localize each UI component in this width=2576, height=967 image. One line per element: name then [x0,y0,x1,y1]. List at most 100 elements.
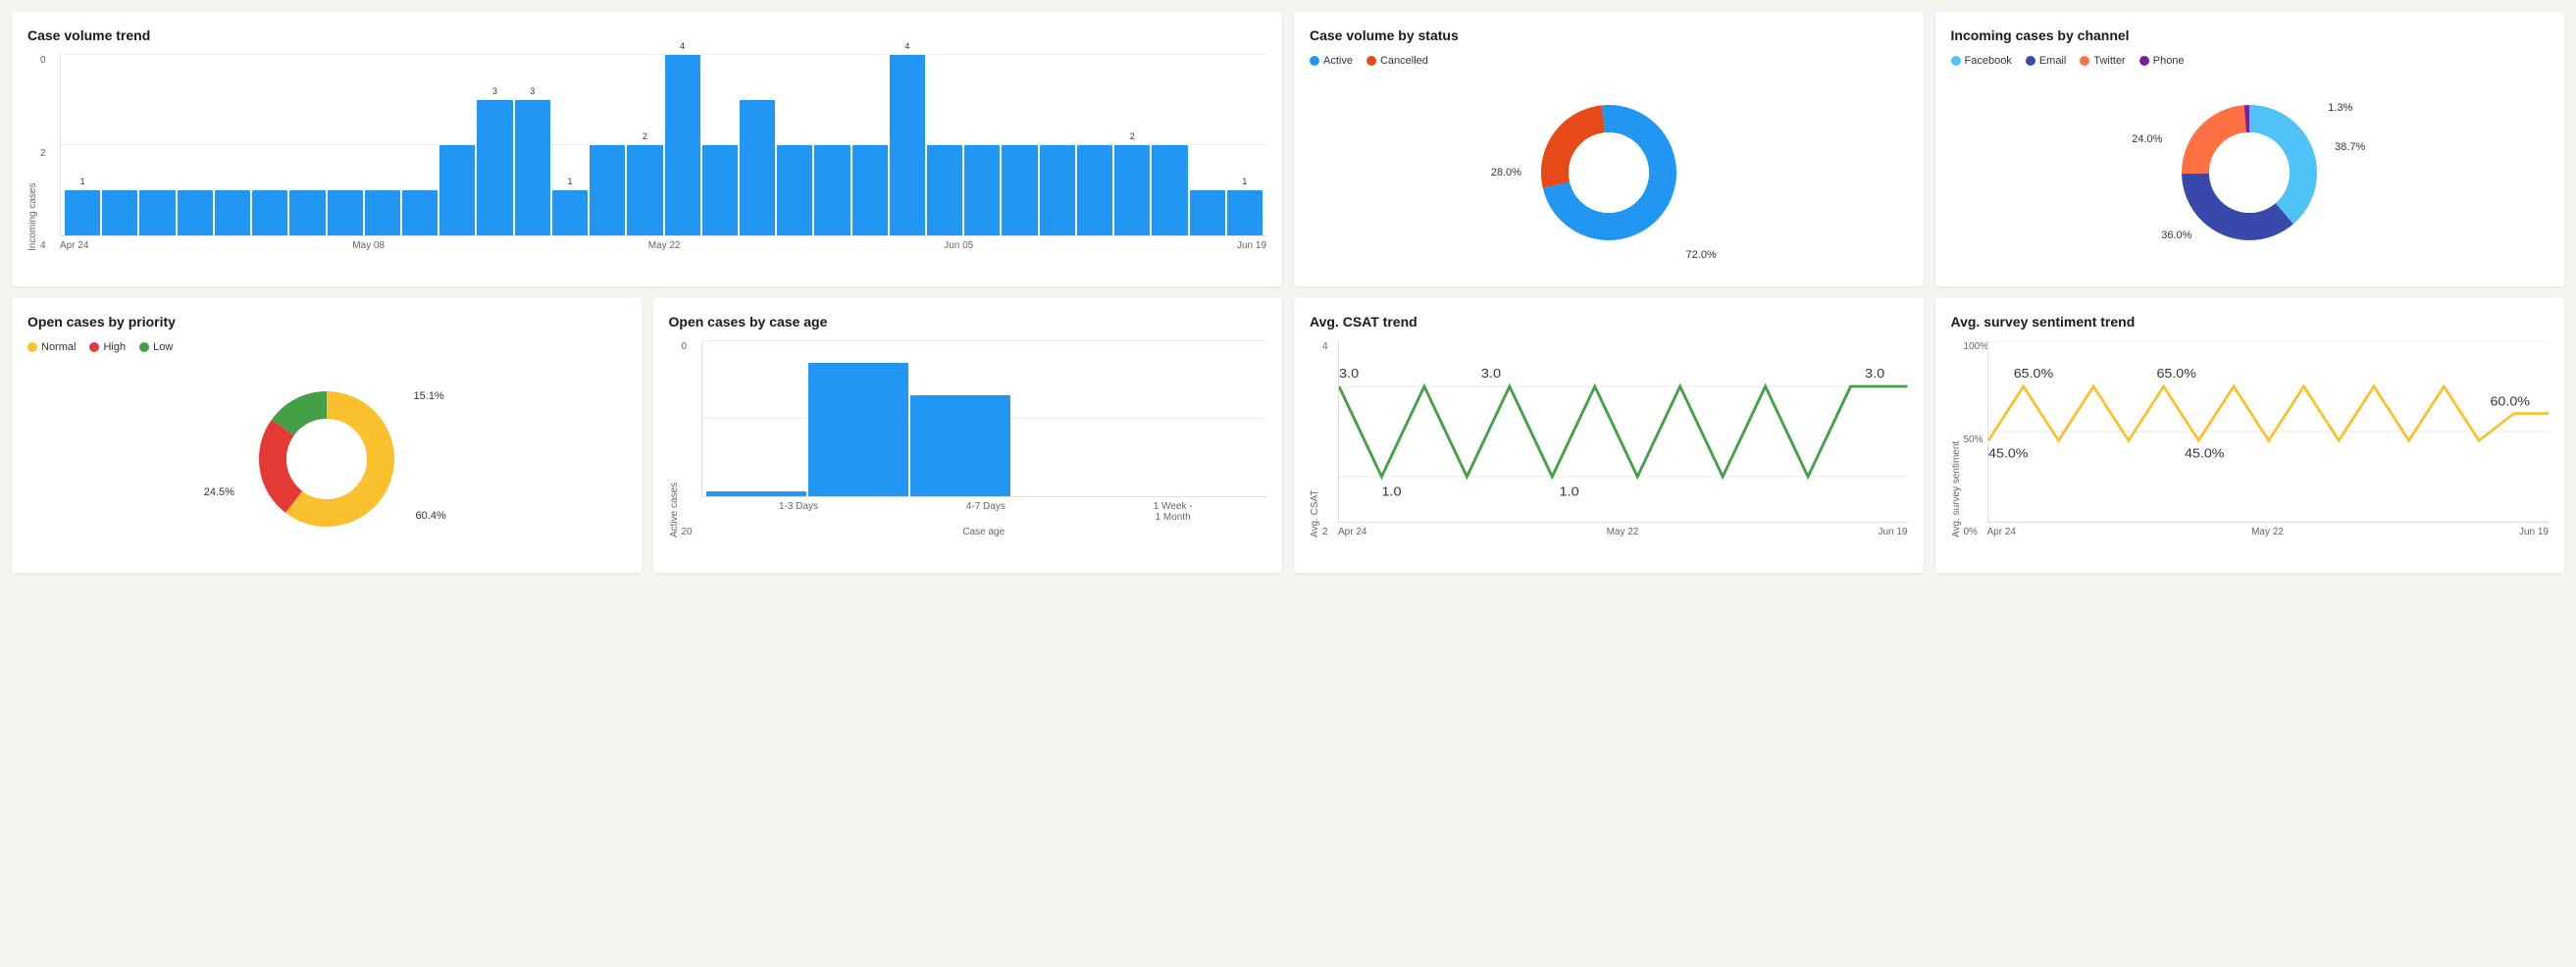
bar-label-cv: 4 [680,41,685,51]
priority-donut-wrap: 15.1% 24.5% 60.4% [27,361,626,557]
bar-grid-ca [701,341,1267,497]
legend-dot-high [89,342,99,352]
sent-label-1: 45.0% [1988,446,2028,460]
status-legend: Active Cancelled [1310,55,1908,67]
legend-dot-low [139,342,149,352]
bar-label-cv: 1 [1242,177,1247,186]
case-volume-status-title: Case volume by status [1310,27,1908,43]
dashboard: Case volume trend Incoming cases 4 2 0 1… [12,12,2564,573]
csat-label-4: 1.0 [1560,484,1579,498]
priority-title: Open cases by priority [27,314,626,330]
legend-low: Low [139,341,173,353]
status-donut-svg [1530,94,1687,251]
bar-cv [1152,145,1187,235]
case-volume-status-card: Case volume by status Active Cancelled [1294,12,1924,286]
csat-label-5: 3.0 [1865,365,1884,380]
legend-label-high: High [103,341,126,353]
bar-cv [139,190,175,235]
legend-label-email: Email [2039,55,2067,67]
bar-cv [852,145,888,235]
bar-cv [178,190,213,235]
legend-dot-cancelled [1366,56,1376,66]
legend-label-low: Low [153,341,173,353]
sentiment-trend-title: Avg. survey sentiment trend [1951,314,2550,330]
status-donut-wrap: 28.0% 72.0% [1310,75,1908,271]
bar-cv [215,190,250,235]
bar-cv [814,145,850,235]
priority-donut-svg [248,381,405,537]
y-axis-labels-cv: 4 2 0 [40,55,60,251]
legend-high: High [89,341,126,353]
bar-cv: 3 [477,100,512,235]
sent-plot: 45.0% 65.0% 65.0% 45.0% 60.0% [1987,341,2550,523]
status-donut: 28.0% 72.0% [1530,94,1687,251]
incoming-channel-card: Incoming cases by channel Facebook Email… [1935,12,2565,286]
bar-4-7days [808,363,908,496]
bar-cv: 4 [890,55,925,235]
bar-cv: 1 [1227,190,1262,235]
bar-label-cv: 1 [567,177,572,186]
legend-label-phone: Phone [2153,55,2185,67]
y-axis-title-ca: Active cases [669,341,680,537]
y-axis-title-cv: Incoming cases [27,55,38,251]
legend-dot-phone [2139,56,2149,66]
label-360: 36.0% [2161,229,2191,241]
bar-cv [1002,145,1037,235]
bar-cv [927,145,962,235]
case-age-title: Open cases by case age [669,314,1267,330]
x-axis-sent: Apr 24 May 22 Jun 19 [1987,527,2550,537]
legend-facebook: Facebook [1951,55,2012,67]
bar-cv: 2 [627,145,662,235]
sent-label-4: 45.0% [2185,446,2224,460]
y-axis-title-csat: Avg. CSAT [1310,341,1320,537]
bars-row-cv: 133124421 [61,55,1266,235]
bar-cv [102,190,137,235]
x-label-1week: 1 Week - 1 Month [1154,501,1193,523]
bar-cv: 3 [515,100,550,235]
x-axis-csat: Apr 24 May 22 Jun 19 [1338,527,1908,537]
case-age-chart: Active cases 20 0 [669,341,1267,537]
csat-chart: Avg. CSAT 2 4 3.0 3.0 [1310,341,1908,537]
bar-cv: 1 [552,190,588,235]
legend-cancelled: Cancelled [1366,55,1428,67]
legend-twitter: Twitter [2080,55,2125,67]
bar-grid-cv: 133124421 [60,55,1266,236]
priority-card: Open cases by priority Normal High Low [12,298,642,573]
channel-legend: Facebook Email Twitter Phone [1951,55,2550,67]
bar-cv [702,145,738,235]
label-604: 60.4% [416,510,446,522]
bar-label-cv: 4 [904,41,909,51]
channel-donut: 1.3% 38.7% 36.0% 24.0% [2171,94,2328,251]
bar-label-cv: 2 [1130,131,1135,141]
bar-label-cv: 1 [80,177,85,186]
priority-donut-hole [286,419,367,499]
csat-plot: 3.0 3.0 1.0 1.0 3.0 [1338,341,1908,523]
csat-label-1: 3.0 [1339,365,1359,380]
y-axis-labels-ca: 20 0 [682,341,701,537]
csat-trend-title: Avg. CSAT trend [1310,314,1908,330]
sent-plot-wrap: 45.0% 65.0% 65.0% 45.0% 60.0% Apr 24 May… [1987,341,2550,537]
bar-cv [1040,145,1075,235]
sent-svg: 45.0% 65.0% 65.0% 45.0% 60.0% [1988,341,2550,522]
label-151: 15.1% [414,390,444,402]
bar-cv [252,190,287,235]
priority-donut: 15.1% 24.5% 60.4% [248,381,405,537]
bar-cv [740,100,775,235]
bar-label-cv: 2 [643,131,647,141]
csat-label-2: 3.0 [1481,365,1501,380]
channel-donut-wrap: 1.3% 38.7% 36.0% 24.0% [1951,75,2550,271]
bar-cv [590,145,625,235]
sent-label-3: 65.0% [2156,366,2195,380]
legend-label-active: Active [1323,55,1353,67]
bar-cv [1077,145,1112,235]
sentiment-chart: Avg. survey sentiment 0% 50% 100% [1951,341,2550,537]
csat-plot-wrap: 3.0 3.0 1.0 1.0 3.0 Apr 24 May 22 Jun 19 [1338,341,1908,537]
legend-dot-facebook [1951,56,1961,66]
bar-chart-plot-cv: 133124421 Apr 24 May 08 May 22 Jun 05 Ju… [60,55,1266,251]
x-axis-cv: Apr 24 May 08 May 22 Jun 05 Jun 19 [60,240,1266,251]
bar-chart-plot-ca: 1-3 Days 4-7 Days 1 Week - 1 Month Case … [701,341,1267,537]
sent-label-2: 65.0% [2013,366,2052,380]
channel-donut-hole [2209,132,2290,213]
bar-cv [402,190,438,235]
donut-hole [1569,132,1649,213]
